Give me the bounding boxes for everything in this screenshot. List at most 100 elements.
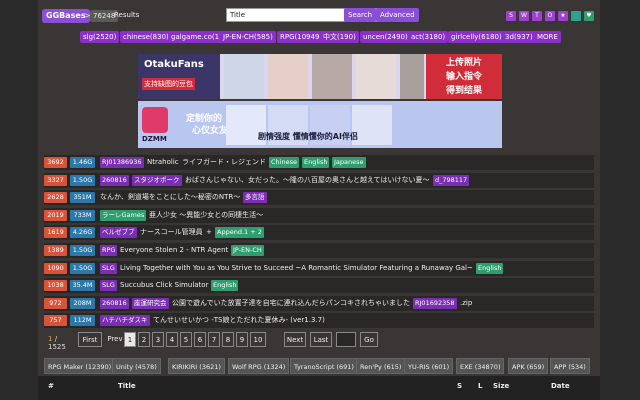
- tag-item[interactable]: slg(2520): [80, 31, 120, 43]
- table-row[interactable]: 3327 1.50G 260816 スタジオポーク おばさんじゃない、女だった。～隆の八…: [44, 172, 594, 188]
- page-button[interactable]: 10: [250, 332, 266, 347]
- tag-item[interactable]: JP-EN-CH(585): [220, 31, 276, 43]
- tag-item[interactable]: girlcelly(6180): [448, 31, 505, 43]
- page-button[interactable]: 9: [236, 332, 248, 347]
- row-title-text[interactable]: おばさんじゃない、女だった。～隆の八百屋の奥さんと越えてはいけない夏～: [185, 175, 430, 186]
- circle-tag[interactable]: 260816: [100, 174, 129, 186]
- file-size: 35.4M: [70, 280, 95, 292]
- row-title-text[interactable]: 公園で遊んでいた放置子達を自宅に連れ込んだらパンコキされちゃいました: [172, 298, 410, 309]
- table-row[interactable]: 2628 351M なんか、剣道場をことにした～秘密のNTR～ 多言語: [44, 190, 594, 206]
- table-row[interactable]: 757 112M ハチハチダスキ てんせいせいかつ -TS娘とただれた夏休み- (ve…: [44, 313, 594, 329]
- language-tag[interactable]: JP-EN-CH: [231, 245, 264, 256]
- row-title-text[interactable]: ライフガード・レジェンド: [182, 157, 266, 168]
- table-row[interactable]: 1038 35.4M SLG Succubus Click Simulator Engl…: [44, 278, 594, 294]
- circle-tag[interactable]: RJ01692358: [413, 297, 457, 309]
- more-tags-button[interactable]: MORE: [534, 31, 561, 43]
- header-title[interactable]: Title: [118, 382, 136, 390]
- category-item[interactable]: EXE (34870): [456, 358, 505, 374]
- circle-tag[interactable]: 多言語: [243, 192, 267, 204]
- tag-item[interactable]: chinese(830): [120, 31, 172, 43]
- green-square-icon[interactable]: [571, 11, 581, 21]
- tag-item[interactable]: RPG(10949): [277, 31, 326, 43]
- language-tag[interactable]: English: [302, 157, 330, 168]
- page-button[interactable]: 5: [180, 332, 192, 347]
- site-logo[interactable]: GGBases: [42, 9, 90, 23]
- category-item[interactable]: APP (534): [550, 358, 590, 374]
- tag-item[interactable]: uncen(2490): [360, 31, 411, 43]
- last-page-button[interactable]: Last: [310, 332, 332, 347]
- filter-o-button[interactable]: O: [545, 11, 555, 21]
- row-title-text[interactable]: 亜人少女 ～異能少女との同棲生活～: [149, 210, 263, 221]
- tag-item[interactable]: 3d(937): [502, 31, 536, 43]
- category-item[interactable]: Ren'Py (615): [356, 358, 406, 374]
- language-tag[interactable]: Chinese: [269, 157, 299, 168]
- tag-item[interactable]: act(3180): [408, 31, 449, 43]
- page-button[interactable]: 4: [166, 332, 178, 347]
- row-title-text[interactable]: .zip: [460, 298, 472, 309]
- table-row[interactable]: 972 208M 260816 座運研究会 公園で遊んでいた放置子達を自宅に連れ込んだら…: [44, 295, 594, 311]
- category-item[interactable]: TyranoScript (691): [290, 358, 358, 374]
- page-button[interactable]: 2: [138, 332, 150, 347]
- table-row[interactable]: 1389 1.50G RPG Everyone Stolen 2 - NTR Agen…: [44, 243, 594, 258]
- filter-s-button[interactable]: S: [506, 11, 516, 21]
- row-title-text[interactable]: +: [206, 227, 212, 238]
- language-tag[interactable]: English: [211, 280, 239, 292]
- prev-page-button[interactable]: Prev: [104, 332, 126, 347]
- table-row[interactable]: 1619 4.26G ベルゼブブ ナースコール管理員 + Append.1 + 2: [44, 225, 594, 241]
- advanced-button[interactable]: Advanced: [376, 8, 419, 22]
- circle-tag[interactable]: 座運研究会: [132, 297, 169, 309]
- circle-tag[interactable]: SLG: [100, 280, 117, 292]
- row-title-text[interactable]: Succubus Click Simulator: [120, 280, 208, 291]
- header-size[interactable]: Size: [493, 382, 509, 390]
- header-l[interactable]: L: [478, 382, 482, 390]
- row-title-text[interactable]: てんせいせいかつ -TS娘とただれた夏休み- (ver1.3.7): [153, 315, 325, 326]
- row-title-text[interactable]: Everyone Stolen 2 - NTR Agent: [120, 245, 228, 256]
- table-row[interactable]: 2019 733M ラーレGames 亜人少女 ～異能少女との同棲生活～: [44, 207, 594, 223]
- category-item[interactable]: Wolf RPG (1324): [228, 358, 290, 374]
- page-button[interactable]: 1: [124, 332, 136, 347]
- filter-w-button[interactable]: W: [519, 11, 529, 21]
- language-tag[interactable]: ラーレGames: [100, 209, 147, 221]
- header-num[interactable]: #: [48, 382, 54, 390]
- language-tag[interactable]: Append.1 + 2: [215, 227, 264, 239]
- page-button[interactable]: 6: [194, 332, 206, 347]
- page-jump-input[interactable]: [336, 332, 356, 347]
- row-title-text[interactable]: Ntraholic: [147, 157, 179, 168]
- circle-tag[interactable]: ハチハチダスキ: [100, 315, 150, 327]
- category-item[interactable]: YU-RIS (601): [404, 358, 454, 374]
- go-button[interactable]: Go: [360, 332, 378, 347]
- next-page-button[interactable]: Next: [284, 332, 306, 347]
- page-button[interactable]: 8: [222, 332, 234, 347]
- table-row[interactable]: 3692 1.46G RJ01386936 Ntraholic ライフガード・レジェンド…: [44, 155, 594, 170]
- filter-t-button[interactable]: T: [532, 11, 542, 21]
- circle-tag[interactable]: RJ01386936: [100, 157, 144, 168]
- ad-banner-dzmm[interactable]: DZMM 定制你的 心仪女友 剧情强度 懂情懂你的AI伴侣: [138, 101, 502, 148]
- circle-tag[interactable]: ベルゼブブ: [100, 227, 137, 239]
- row-title-text[interactable]: なんか、剣道場をことにした～秘密のNTR～: [100, 192, 240, 203]
- circle-tag[interactable]: 260816: [100, 297, 129, 309]
- row-title-text[interactable]: Living Together with You as You Strive t…: [120, 263, 473, 274]
- ad-red-block[interactable]: 上传照片 输入指令 得到结果: [426, 54, 502, 99]
- page-button[interactable]: 7: [208, 332, 220, 347]
- circle-tag[interactable]: SLG: [100, 262, 117, 274]
- category-item[interactable]: KIRIKIRI (3621): [168, 358, 225, 374]
- header-date[interactable]: Date: [551, 382, 570, 390]
- category-item[interactable]: Unity (4578): [112, 358, 161, 374]
- circle-tag[interactable]: d_798117: [433, 174, 470, 186]
- language-tag[interactable]: Japanese: [332, 157, 366, 168]
- header-s[interactable]: S: [457, 382, 462, 390]
- category-item[interactable]: RPG Maker (12390): [44, 358, 116, 374]
- heart-icon[interactable]: ♥: [584, 11, 594, 21]
- table-row[interactable]: 1090 1.50G SLG Living Together with You as …: [44, 260, 594, 276]
- circle-tag[interactable]: RPG: [100, 245, 118, 256]
- first-page-button[interactable]: First: [78, 332, 102, 347]
- tag-item[interactable]: 中文(190): [320, 31, 359, 43]
- page-button[interactable]: 3: [152, 332, 164, 347]
- circle-tag[interactable]: スタジオポーク: [132, 174, 182, 186]
- star-button[interactable]: ★: [558, 11, 568, 21]
- category-item[interactable]: APK (659): [508, 358, 549, 374]
- search-button[interactable]: Search: [344, 8, 377, 22]
- tag-item[interactable]: galgame.co(1): [168, 31, 225, 43]
- language-tag[interactable]: English: [476, 262, 504, 274]
- row-title-text[interactable]: ナースコール管理員: [140, 227, 203, 238]
